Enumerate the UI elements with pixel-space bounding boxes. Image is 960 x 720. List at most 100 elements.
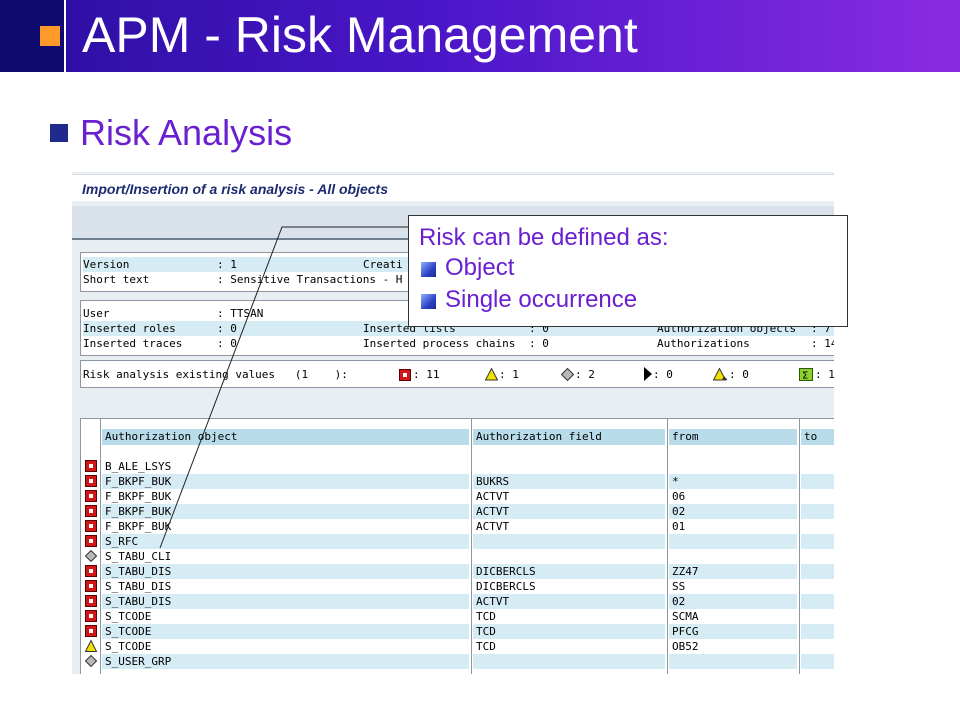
- cell-field: ACTVT: [476, 490, 510, 503]
- cell-to: [801, 519, 834, 534]
- cell-object: S_TABU_DIS: [102, 594, 469, 609]
- warning-triangle-icon: [713, 368, 728, 381]
- cell-object: S_USER_GRP: [102, 654, 469, 669]
- cell-to: [801, 639, 834, 654]
- cell-field: TCD: [473, 624, 665, 639]
- title-bar: APM - Risk Management: [0, 0, 960, 72]
- authorizations-value: : 14: [811, 337, 834, 350]
- table-row[interactable]: S_TCODE TCD OB52: [81, 639, 834, 654]
- sum-count: : 14: [815, 368, 834, 381]
- column-header-field[interactable]: Authorization field: [473, 429, 665, 445]
- sap-header-title: Import/Insertion of a risk analysis - Al…: [82, 181, 389, 197]
- column-header-to[interactable]: to: [801, 429, 834, 445]
- user-value: : TTSAN: [217, 307, 264, 320]
- table-row[interactable]: S_TABU_CLI: [81, 549, 834, 564]
- cell-from: 06: [672, 490, 686, 503]
- svg-text:Σ: Σ: [802, 371, 808, 382]
- column-header-object[interactable]: Authorization object: [102, 429, 469, 445]
- cell-field: [473, 534, 665, 549]
- warn-count: : 0: [729, 368, 749, 381]
- cell-to: [801, 609, 834, 624]
- yellow-triangle-icon: [485, 368, 498, 381]
- red-risk-icon: [85, 475, 97, 487]
- callout-bullet-icon: [421, 294, 436, 309]
- cell-from: [669, 534, 797, 549]
- red-risk-icon: [85, 625, 97, 637]
- table-row[interactable]: S_TABU_DIS ACTVT 02: [81, 594, 834, 609]
- red-risk-icon: [85, 535, 97, 547]
- red-risk-icon: [85, 520, 97, 532]
- section-title: Risk Analysis: [80, 112, 293, 153]
- cell-object: S_TCODE: [105, 610, 152, 623]
- red-risk-icon: [85, 490, 97, 502]
- cell-object: S_TABU_DIS: [105, 580, 172, 593]
- cell-field: [473, 549, 665, 564]
- table-row[interactable]: S_TCODE TCD SCMA: [81, 609, 834, 624]
- cell-from: SCMA: [672, 610, 699, 623]
- red-count: : 11: [413, 368, 440, 381]
- red-risk-icon: [399, 369, 411, 381]
- red-risk-icon: [85, 565, 97, 577]
- red-risk-icon: [85, 580, 97, 592]
- creation-label: Creati: [363, 258, 403, 271]
- inserted-traces-value: : 0: [217, 337, 237, 350]
- title-left-block: [0, 0, 66, 72]
- cell-object: S_RFC: [102, 534, 469, 549]
- red-risk-icon: [85, 610, 97, 622]
- cell-from: 02: [669, 594, 797, 609]
- table-row[interactable]: S_TABU_DIS DICBERCLS ZZ47: [81, 564, 834, 579]
- table-row[interactable]: S_TCODE TCD PFCG: [81, 624, 834, 639]
- table-row[interactable]: S_RFC: [81, 534, 834, 549]
- cell-from: [669, 549, 797, 564]
- callout-bullet-icon: [421, 262, 436, 277]
- table-row[interactable]: F_BKPF_BUK ACTVT 01: [81, 519, 834, 534]
- cell-to: [801, 549, 834, 564]
- cell-from: [669, 654, 797, 669]
- cell-field: TCD: [476, 640, 496, 653]
- cell-field: ACTVT: [476, 520, 510, 533]
- cell-field: [473, 654, 665, 669]
- cell-object: S_TCODE: [102, 624, 469, 639]
- cell-to: [801, 654, 834, 669]
- table-row[interactable]: F_BKPF_BUK BUKRS *: [81, 474, 834, 489]
- table-row[interactable]: S_USER_GRP: [81, 654, 834, 669]
- cell-object: B_ALE_LSYS: [105, 460, 172, 473]
- column-header-from[interactable]: from: [669, 429, 797, 445]
- cell-to: [801, 534, 834, 549]
- red-risk-icon: [85, 595, 97, 607]
- cell-to: [801, 594, 834, 609]
- cell-from: *: [669, 474, 797, 489]
- callout-item-object: Object: [445, 254, 515, 281]
- cell-from: 02: [669, 504, 797, 519]
- black-arrow-icon: [644, 367, 652, 381]
- existing-values-label: Risk analysis existing values (1 ):: [83, 368, 348, 381]
- version-value: : 1: [217, 258, 237, 271]
- cell-field: DICBERCLS: [476, 580, 536, 593]
- callout-item-single-occurrence: Single occurrence: [445, 286, 638, 313]
- table-row[interactable]: F_BKPF_BUK ACTVT 06: [81, 489, 834, 504]
- short-text-value: : Sensitive Transactions - H: [217, 273, 403, 286]
- cell-from: [669, 459, 797, 474]
- authorizations-label: Authorizations: [657, 337, 750, 350]
- inserted-roles-value: : 0: [217, 322, 237, 335]
- red-risk-icon: [85, 505, 97, 517]
- gray-diamond-icon: [85, 550, 97, 562]
- cell-object: F_BKPF_BUK: [102, 504, 469, 519]
- cell-from: 01: [672, 520, 686, 533]
- red-risk-icon: [85, 460, 97, 472]
- cell-field: [473, 459, 665, 474]
- cell-object: S_TABU_DIS: [102, 564, 469, 579]
- table-row[interactable]: S_TABU_DIS DICBERCLS SS: [81, 579, 834, 594]
- bullet-square-icon: [50, 124, 68, 142]
- table-row[interactable]: F_BKPF_BUK ACTVT 02: [81, 504, 834, 519]
- short-text-label: Short text: [83, 273, 150, 286]
- cell-object: F_BKPF_BUK: [102, 474, 469, 489]
- cell-object: F_BKPF_BUK: [105, 520, 172, 533]
- callout-title: Risk can be defined as:: [419, 224, 669, 251]
- sap-header: Import/Insertion of a risk analysis - Al…: [72, 174, 834, 201]
- cell-to: [801, 489, 834, 504]
- inserted-roles-label: Inserted roles: [83, 322, 176, 335]
- table-row[interactable]: B_ALE_LSYS: [81, 459, 834, 474]
- cell-from: PFCG: [669, 624, 797, 639]
- cell-to: [801, 474, 834, 489]
